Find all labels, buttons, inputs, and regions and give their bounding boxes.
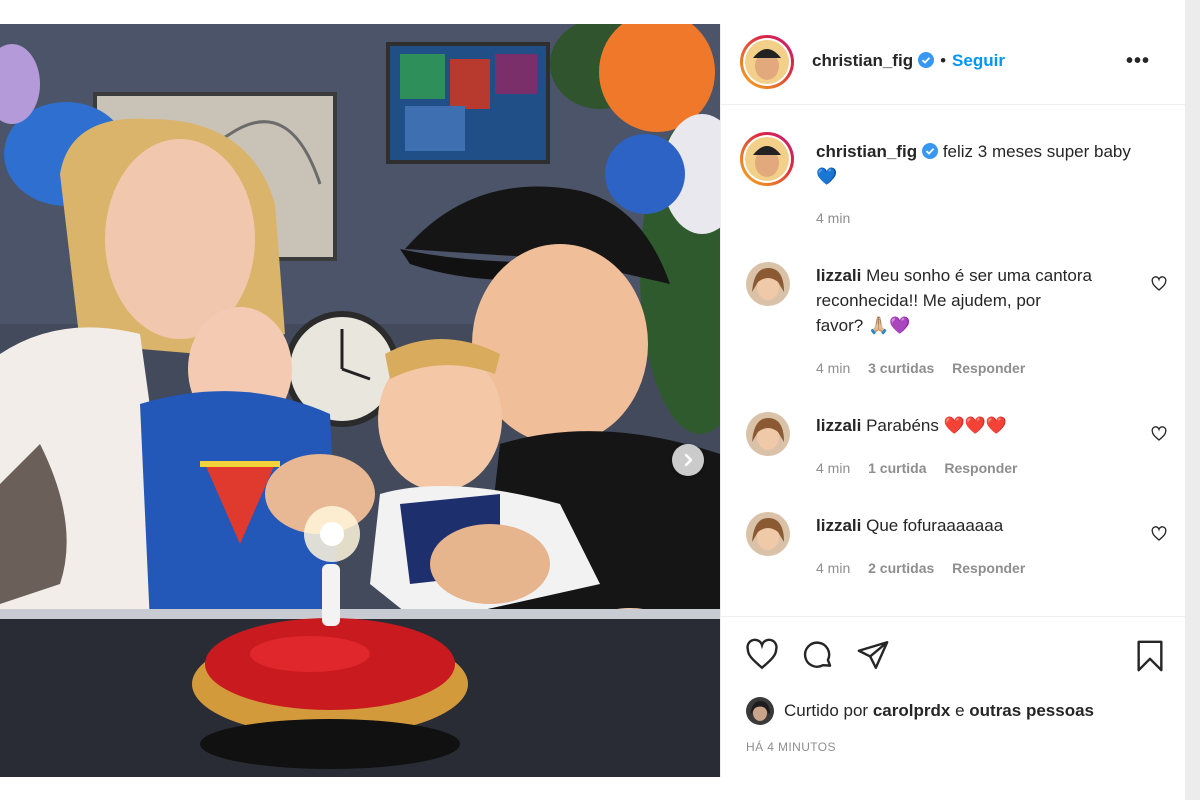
caption-text: feliz 3 meses super baby: [942, 142, 1131, 161]
post-side-panel: christian_fig • Seguir ••• christian_fig f…: [720, 24, 1186, 777]
next-photo-button[interactable]: [672, 444, 704, 476]
liked-user[interactable]: carolprdx: [873, 701, 950, 721]
caption-time[interactable]: 4 min: [816, 210, 850, 226]
comment-avatar[interactable]: [746, 412, 790, 456]
comment-username[interactable]: lizzali: [816, 516, 861, 535]
post-image: [0, 24, 720, 777]
follow-button[interactable]: Seguir: [952, 51, 1005, 70]
comment-avatar[interactable]: [746, 262, 790, 306]
chevron-right-icon: [684, 453, 693, 467]
caption-username[interactable]: christian_fig: [816, 142, 917, 161]
reply-button[interactable]: Responder: [952, 360, 1025, 376]
bookmark-icon[interactable]: [1133, 638, 1167, 674]
liked-others[interactable]: outras pessoas: [969, 701, 1094, 721]
post-timestamp[interactable]: HÁ 4 MINUTOS: [746, 740, 836, 754]
comment-text: Que fofuraaaaaaa: [866, 516, 1004, 535]
divider: [721, 616, 1186, 617]
liked-by: Curtido por carolprdx e outras pessoas: [746, 697, 1094, 725]
comment-username[interactable]: lizzali: [816, 266, 861, 285]
caption: christian_fig feliz 3 meses super baby 💙: [816, 139, 1166, 189]
comment-likes[interactable]: 1 curtida: [868, 460, 926, 476]
comment-meta: 4 min 1 curtida Responder: [816, 460, 1018, 476]
post-dialog: christian_fig • Seguir ••• christian_fig f…: [0, 24, 1186, 777]
comment-text: Meu sonho é ser uma cantora: [866, 266, 1092, 285]
verified-icon: [918, 52, 935, 68]
comment-meta: 4 min 3 curtidas Responder: [816, 360, 1025, 376]
comment-text: Parabéns ❤️❤️❤️: [866, 416, 1008, 435]
comment-icon[interactable]: [801, 638, 835, 672]
comment-likes[interactable]: 3 curtidas: [868, 360, 934, 376]
liked-conjunction: e: [955, 701, 965, 720]
family-photo-illustration: [0, 24, 720, 777]
comment-likes[interactable]: 2 curtidas: [868, 560, 934, 576]
liker-avatar[interactable]: [746, 697, 774, 725]
comment-meta: 4 min 2 curtidas Responder: [816, 560, 1025, 576]
comment-text: reconhecida!! Me ajudem, por: [816, 291, 1041, 310]
separator-dot: •: [940, 51, 947, 70]
comment-time[interactable]: 4 min: [816, 560, 850, 576]
comment-avatar[interactable]: [746, 512, 790, 556]
comment-text: favor? 🙏🏼💜: [816, 316, 911, 335]
comment-2: lizzali Parabéns ❤️❤️❤️: [816, 413, 1136, 438]
author-avatar[interactable]: [740, 35, 794, 89]
author-username[interactable]: christian_fig: [812, 51, 913, 70]
like-heart-icon[interactable]: [745, 638, 779, 672]
comment-3: lizzali Que fofuraaaaaaa: [816, 513, 1136, 538]
reply-button[interactable]: Responder: [944, 460, 1017, 476]
comment-time[interactable]: 4 min: [816, 460, 850, 476]
comment-time[interactable]: 4 min: [816, 360, 850, 376]
more-options-icon[interactable]: •••: [1126, 50, 1150, 73]
comment-like-heart-icon[interactable]: [1151, 276, 1167, 292]
liked-prefix: Curtido por: [784, 701, 869, 720]
post-header: christian_fig • Seguir •••: [721, 24, 1186, 105]
page-scrollbar-area: [1185, 0, 1200, 800]
comment-like-heart-icon[interactable]: [1151, 526, 1167, 542]
verified-icon: [922, 143, 939, 159]
reply-button[interactable]: Responder: [952, 560, 1025, 576]
comment-1: lizzali Meu sonho é ser uma cantora reco…: [816, 263, 1136, 338]
comment-username[interactable]: lizzali: [816, 416, 861, 435]
share-icon[interactable]: [856, 638, 890, 672]
caption-emoji: 💙: [816, 167, 838, 186]
comment-like-heart-icon[interactable]: [1151, 426, 1167, 442]
caption-avatar[interactable]: [740, 132, 794, 186]
